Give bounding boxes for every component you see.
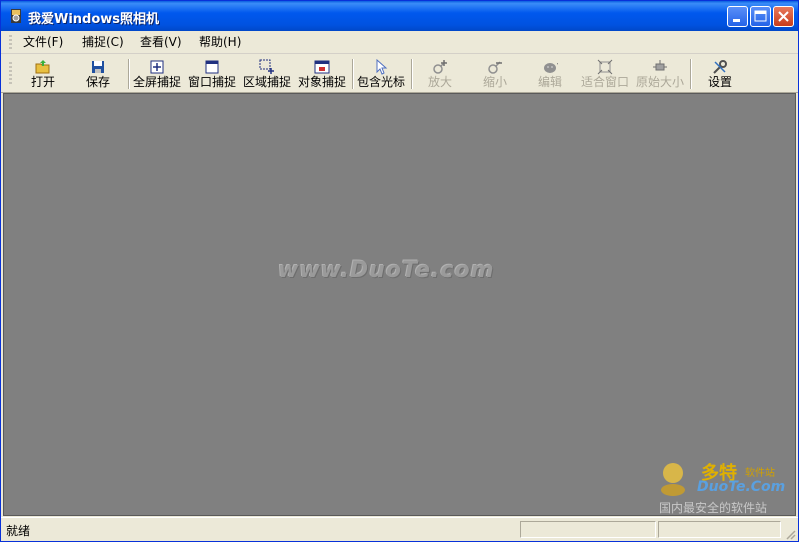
include-cursor-button[interactable]: 包含光标 bbox=[353, 56, 409, 90]
object-capture-button[interactable]: 对象捕捉 bbox=[294, 56, 350, 90]
object-capture-icon bbox=[314, 60, 330, 74]
fit-window-icon bbox=[597, 59, 613, 75]
region-capture-icon bbox=[259, 59, 274, 74]
edit-label: 编辑 bbox=[537, 75, 562, 89]
logo-en-text: DuoTe.Com bbox=[697, 479, 786, 495]
menu-help[interactable]: 帮助(H) bbox=[199, 34, 241, 50]
capture-canvas[interactable]: www.DuoTe.com 多特 软件站 DuoTe.Com 国内最安全的软件站 bbox=[3, 93, 796, 516]
minimize-button[interactable] bbox=[727, 6, 748, 27]
resize-grip-icon[interactable] bbox=[784, 528, 796, 540]
zoom-out-icon bbox=[488, 61, 502, 74]
maximize-icon bbox=[754, 10, 767, 22]
maximize-button[interactable] bbox=[750, 6, 771, 27]
region-capture-button[interactable]: 区域捕捉 bbox=[239, 56, 295, 90]
fit-window-button[interactable]: 适合窗口 bbox=[577, 56, 633, 90]
cursor-arrow-icon bbox=[376, 59, 388, 75]
close-icon bbox=[778, 11, 789, 22]
window-capture-button[interactable]: 窗口捕捉 bbox=[184, 56, 240, 90]
original-size-icon bbox=[653, 60, 667, 71]
title-bar[interactable]: 我爱Windows照相机 bbox=[1, 1, 798, 31]
open-folder-icon bbox=[35, 60, 50, 74]
status-pane bbox=[520, 521, 656, 538]
region-capture-label: 区域捕捉 bbox=[242, 75, 291, 89]
include-cursor-label: 包含光标 bbox=[356, 75, 405, 89]
fullscreen-capture-button[interactable]: 全屏捕捉 bbox=[129, 56, 185, 90]
original-size-button[interactable]: 原始大小 bbox=[632, 56, 688, 90]
camera-app-icon bbox=[11, 9, 21, 23]
edit-button[interactable]: 编辑 bbox=[522, 56, 578, 90]
menu-view[interactable]: 查看(V) bbox=[140, 34, 182, 50]
zoom-in-label: 放大 bbox=[427, 75, 452, 89]
status-bar: 就绪 bbox=[1, 517, 798, 541]
zoom-out-button[interactable]: 缩小 bbox=[467, 56, 523, 90]
save-disk-icon bbox=[92, 61, 104, 73]
status-text: 就绪 bbox=[6, 524, 31, 538]
duote-logo: 多特 软件站 DuoTe.Com 国内最安全的软件站 bbox=[657, 457, 789, 515]
logo-sub-text: 软件站 bbox=[745, 468, 775, 479]
open-label: 打开 bbox=[30, 75, 55, 89]
toolbar: 打开 保存 全屏捕捉 窗口捕捉 区域捕捉 对象捕捉 包含光标 放大 缩小 编辑 … bbox=[1, 54, 798, 93]
menubar-grip[interactable] bbox=[9, 35, 12, 49]
open-button[interactable]: 打开 bbox=[15, 56, 71, 90]
settings-button[interactable]: 设置 bbox=[692, 56, 748, 90]
menu-file[interactable]: 文件(F) bbox=[23, 34, 63, 50]
settings-tools-icon bbox=[713, 60, 727, 74]
original-size-label: 原始大小 bbox=[635, 75, 684, 89]
fullscreen-capture-label: 全屏捕捉 bbox=[132, 75, 181, 89]
status-pane bbox=[658, 521, 781, 538]
zoom-in-icon bbox=[433, 60, 447, 74]
watermark-text: www.DuoTe.com bbox=[278, 258, 495, 283]
edit-palette-icon bbox=[544, 63, 558, 73]
toolbar-grip[interactable] bbox=[9, 62, 12, 86]
duote-mascot-icon bbox=[661, 463, 685, 496]
zoom-in-button[interactable]: 放大 bbox=[412, 56, 468, 90]
minimize-icon bbox=[733, 19, 740, 22]
window-title: 我爱Windows照相机 bbox=[28, 12, 160, 27]
zoom-out-label: 缩小 bbox=[482, 75, 507, 89]
save-button[interactable]: 保存 bbox=[70, 56, 126, 90]
window-capture-label: 窗口捕捉 bbox=[187, 75, 236, 89]
settings-label: 设置 bbox=[707, 75, 732, 89]
menu-capture[interactable]: 捕捉(C) bbox=[82, 34, 124, 50]
menu-bar: 文件(F) 捕捉(C) 查看(V) 帮助(H) bbox=[1, 31, 798, 54]
fullscreen-capture-icon bbox=[150, 60, 164, 74]
fit-window-label: 适合窗口 bbox=[580, 75, 629, 89]
save-label: 保存 bbox=[85, 75, 110, 89]
object-capture-label: 对象捕捉 bbox=[297, 75, 346, 89]
logo-slogan-text: 国内最安全的软件站 bbox=[659, 501, 768, 515]
window-capture-icon bbox=[205, 60, 219, 74]
close-button[interactable] bbox=[773, 6, 794, 27]
app-window: 我爱Windows照相机 文件(F) 捕捉(C) 查看(V) 帮助(H) 打开 bbox=[0, 0, 799, 542]
